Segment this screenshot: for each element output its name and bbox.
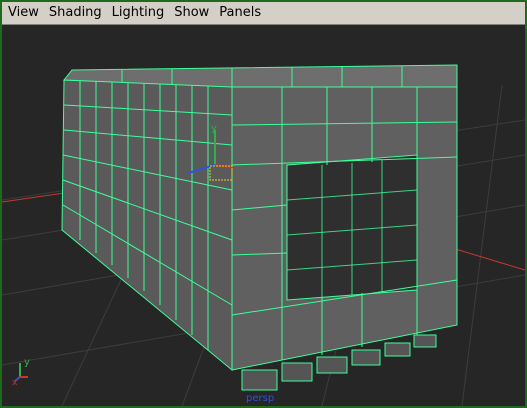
menu-view[interactable]: View [2,2,44,24]
menu-shading[interactable]: Shading [44,2,107,24]
panel-menubar: View Shading Lighting Show Panels [2,2,525,25]
axis-x-label: x [12,378,18,388]
menu-panels[interactable]: Panels [214,2,266,24]
3d-viewport[interactable]: y y x persp [2,25,525,406]
viewport-panel: View Shading Lighting Show Panels y y x … [0,0,527,408]
camera-label: persp [246,393,274,404]
menu-lighting[interactable]: Lighting [107,2,170,24]
menu-show[interactable]: Show [169,2,214,24]
axis-y-label: y [24,357,30,368]
mesh-front-wall [231,86,458,371]
viewport-canvas[interactable]: y y x persp [2,25,525,406]
manip-y-label: y [211,123,217,134]
